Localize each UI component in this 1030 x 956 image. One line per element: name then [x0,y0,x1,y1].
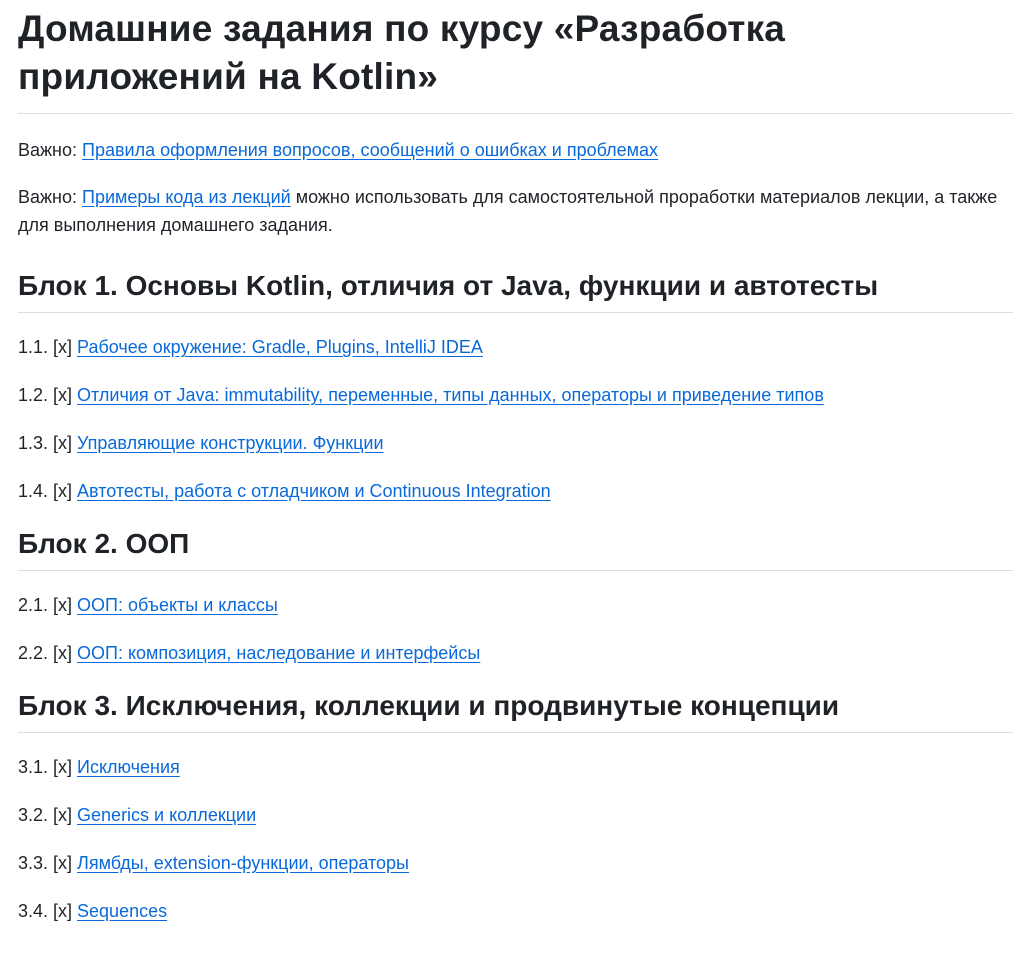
list-item: 3.2. [x] Generics и коллекции [18,801,1013,829]
homework-link[interactable]: Управляющие конструкции. Функции [77,433,383,453]
homework-link[interactable]: Автотесты, работа с отладчиком и Continu… [77,481,551,501]
list-item: 1.4. [x] Автотесты, работа с отладчиком … [18,477,1013,505]
homework-link[interactable]: Отличия от Java: immutability, переменны… [77,385,824,405]
item-number: 3.3. [x] [18,853,78,873]
homework-link[interactable]: Sequences [77,901,167,921]
item-number: 1.2. [x] [18,385,78,405]
item-number: 3.2. [x] [18,805,78,825]
list-item: 1.3. [x] Управляющие конструкции. Функци… [18,429,1013,457]
homework-link[interactable]: Generics и коллекции [77,805,256,825]
list-item: 1.2. [x] Отличия от Java: immutability, … [18,381,1013,409]
item-number: 3.1. [x] [18,757,78,777]
homework-link[interactable]: Рабочее окружение: Gradle, Plugins, Inte… [77,337,483,357]
homework-link[interactable]: Лямбды, extension-функции, операторы [77,853,409,873]
item-number: 1.1. [x] [18,337,78,357]
note-prefix: Важно: [18,140,83,160]
homework-link[interactable]: Исключения [77,757,180,777]
page-title: Домашние задания по курсу «Разработка пр… [18,5,1013,114]
item-number: 2.1. [x] [18,595,78,615]
list-item: 3.1. [x] Исключения [18,753,1013,781]
homework-link[interactable]: ООП: композиция, наследование и интерфей… [77,643,480,663]
rules-link[interactable]: Правила оформления вопросов, сообщений о… [82,140,658,160]
list-item: 2.2. [x] ООП: композиция, наследование и… [18,639,1013,667]
important-note-examples: Важно: Примеры кода из лекций можно испо… [18,183,1013,239]
list-item: 2.1. [x] ООП: объекты и классы [18,591,1013,619]
block-3-heading: Блок 3. Исключения, коллекции и продвину… [18,688,1013,733]
homework-link[interactable]: ООП: объекты и классы [77,595,278,615]
list-item: 3.4. [x] Sequences [18,897,1013,925]
block-2-heading: Блок 2. ООП [18,526,1013,571]
item-number: 3.4. [x] [18,901,78,921]
code-examples-link[interactable]: Примеры кода из лекций [82,187,291,207]
item-number: 1.4. [x] [18,481,78,501]
item-number: 2.2. [x] [18,643,78,663]
note-prefix: Важно: [18,187,83,207]
item-number: 1.3. [x] [18,433,78,453]
list-item: 1.1. [x] Рабочее окружение: Gradle, Plug… [18,333,1013,361]
readme-content: Домашние задания по курсу «Разработка пр… [0,5,1030,925]
block-1-heading: Блок 1. Основы Kotlin, отличия от Java, … [18,268,1013,313]
list-item: 3.3. [x] Лямбды, extension-функции, опер… [18,849,1013,877]
important-note-rules: Важно: Правила оформления вопросов, сооб… [18,136,1013,164]
